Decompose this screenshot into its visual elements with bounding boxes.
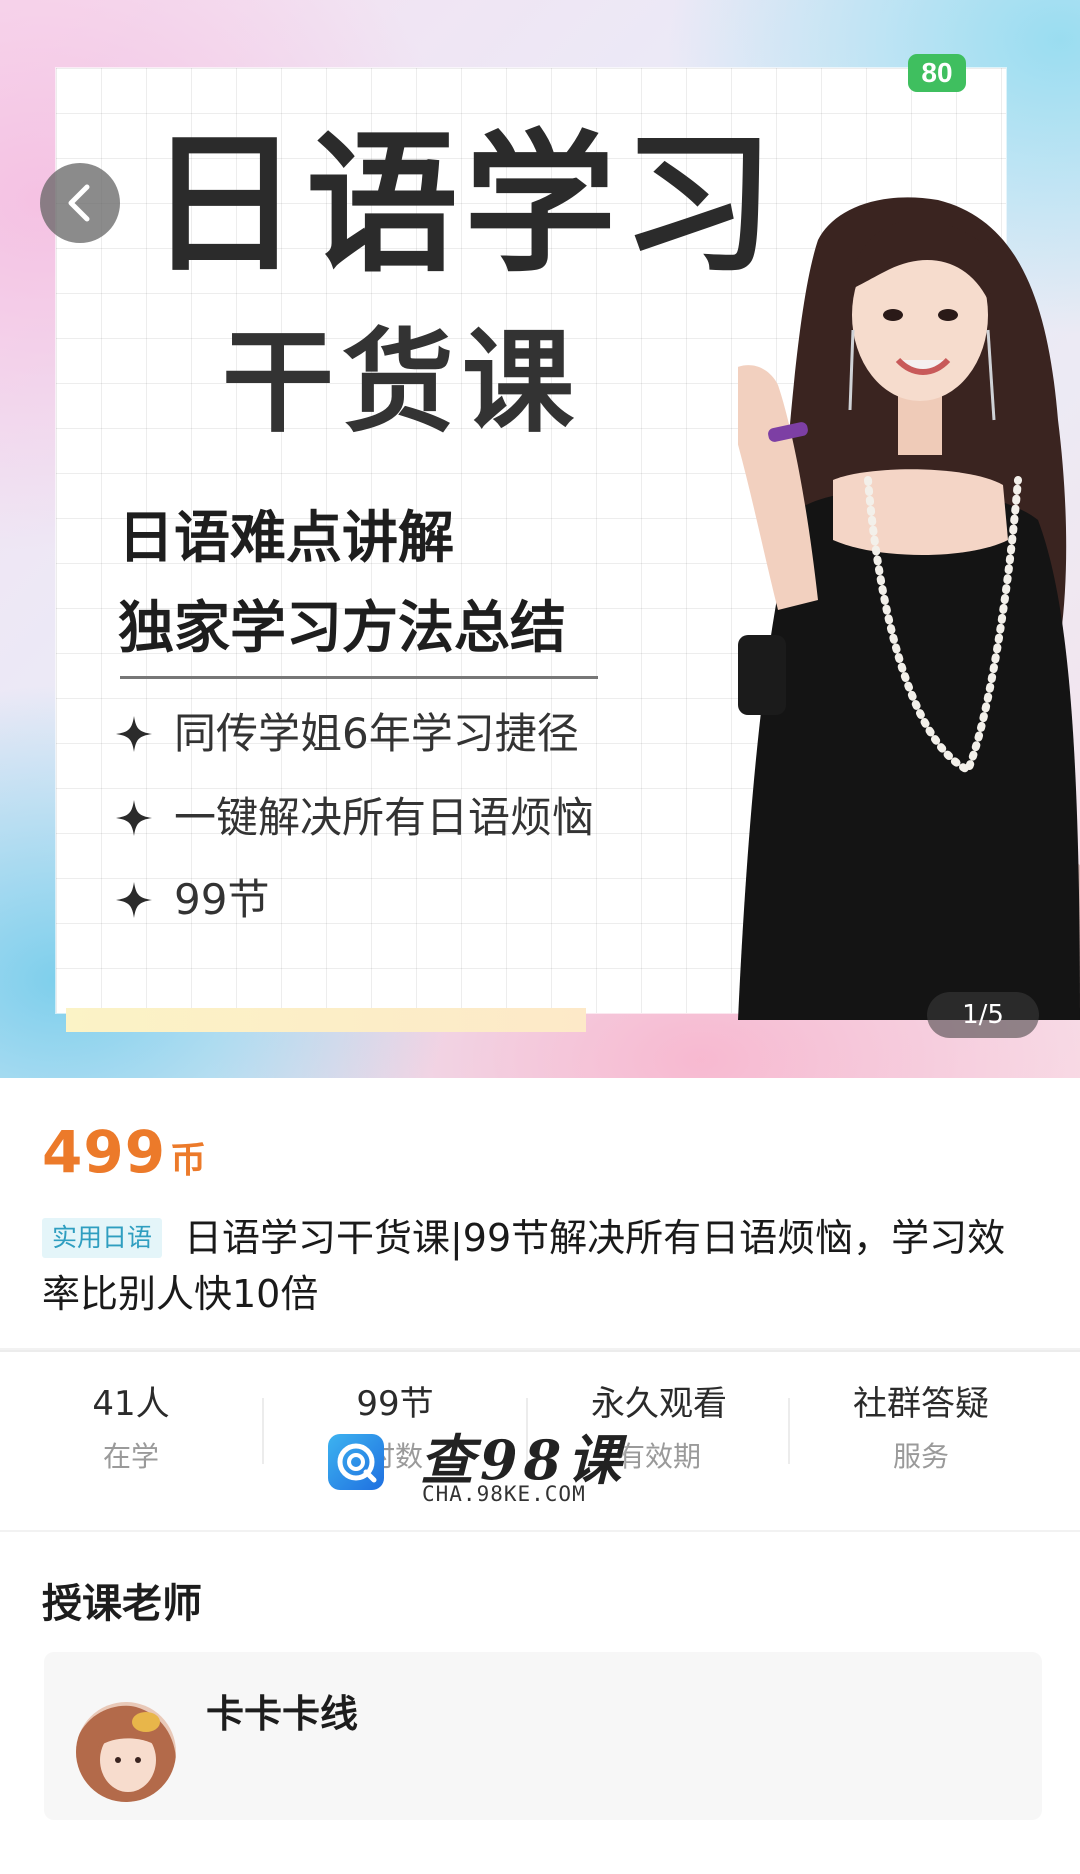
presenter-photo — [738, 197, 1080, 1020]
cover-title: 日语学习 — [148, 116, 780, 293]
section-title: 授课老师 — [42, 1581, 202, 1627]
avatar[interactable] — [76, 1702, 176, 1802]
teacher-card[interactable] — [44, 1652, 1042, 1820]
cover-divider — [120, 676, 598, 679]
sparkle-icon — [116, 800, 152, 836]
watermark-url: CHA.98KE.COM — [422, 1482, 586, 1506]
cover-bullet: 99节 — [114, 874, 269, 926]
price-unit: 币 — [170, 1140, 207, 1181]
stat-label: 服务 — [892, 1440, 949, 1473]
stat-label: 在学 — [102, 1440, 159, 1473]
image-counter: 1/5 — [927, 992, 1039, 1038]
stat-learners: 41人 在学 — [0, 1382, 262, 1478]
watermark-logo-icon — [328, 1434, 384, 1490]
cover-headline: 日语难点讲解 — [118, 506, 454, 571]
cover-subtitle: 干货课 — [222, 318, 582, 448]
sparkle-icon — [116, 716, 152, 752]
cover-bullet-text: 同传学姐6年学习捷径 — [174, 709, 579, 758]
cover-bullet-text: 99节 — [174, 875, 270, 924]
stat-service: 社群答疑 服务 — [790, 1382, 1052, 1478]
cover-bullet: 同传学姐6年学习捷径 — [114, 708, 579, 760]
teacher-name[interactable]: 卡卡卡线 — [206, 1690, 358, 1738]
battery-indicator: 80 — [908, 54, 966, 92]
back-button[interactable] — [40, 163, 120, 243]
sparkle-icon — [116, 882, 152, 918]
watermark: 查98课 CHA.98KE.COM — [328, 1416, 628, 1506]
cover-headline: 独家学习方法总结 — [118, 596, 566, 661]
stat-value: 社群答疑 — [853, 1384, 989, 1424]
chevron-left-icon — [68, 184, 90, 222]
cover-bullet-text: 一键解决所有日语烦恼 — [174, 793, 595, 842]
cover-bullet: 一键解决所有日语烦恼 — [114, 792, 594, 844]
price: 499 币 — [42, 1118, 206, 1186]
price-amount: 499 — [42, 1118, 167, 1186]
course-cover-carousel[interactable]: 80 日语学习 干货课 日语难点讲解 独家学习方法总结 同传学姐6年学习捷径 一… — [0, 0, 1080, 1078]
stat-value: 41人 — [92, 1384, 170, 1424]
course-title: 日语学习干货课|99节解决所有日语烦恼，学习效率比别人快10倍 — [42, 1216, 1006, 1316]
category-tag[interactable]: 实用日语 — [42, 1218, 163, 1258]
cover-card-edge — [66, 1008, 586, 1032]
